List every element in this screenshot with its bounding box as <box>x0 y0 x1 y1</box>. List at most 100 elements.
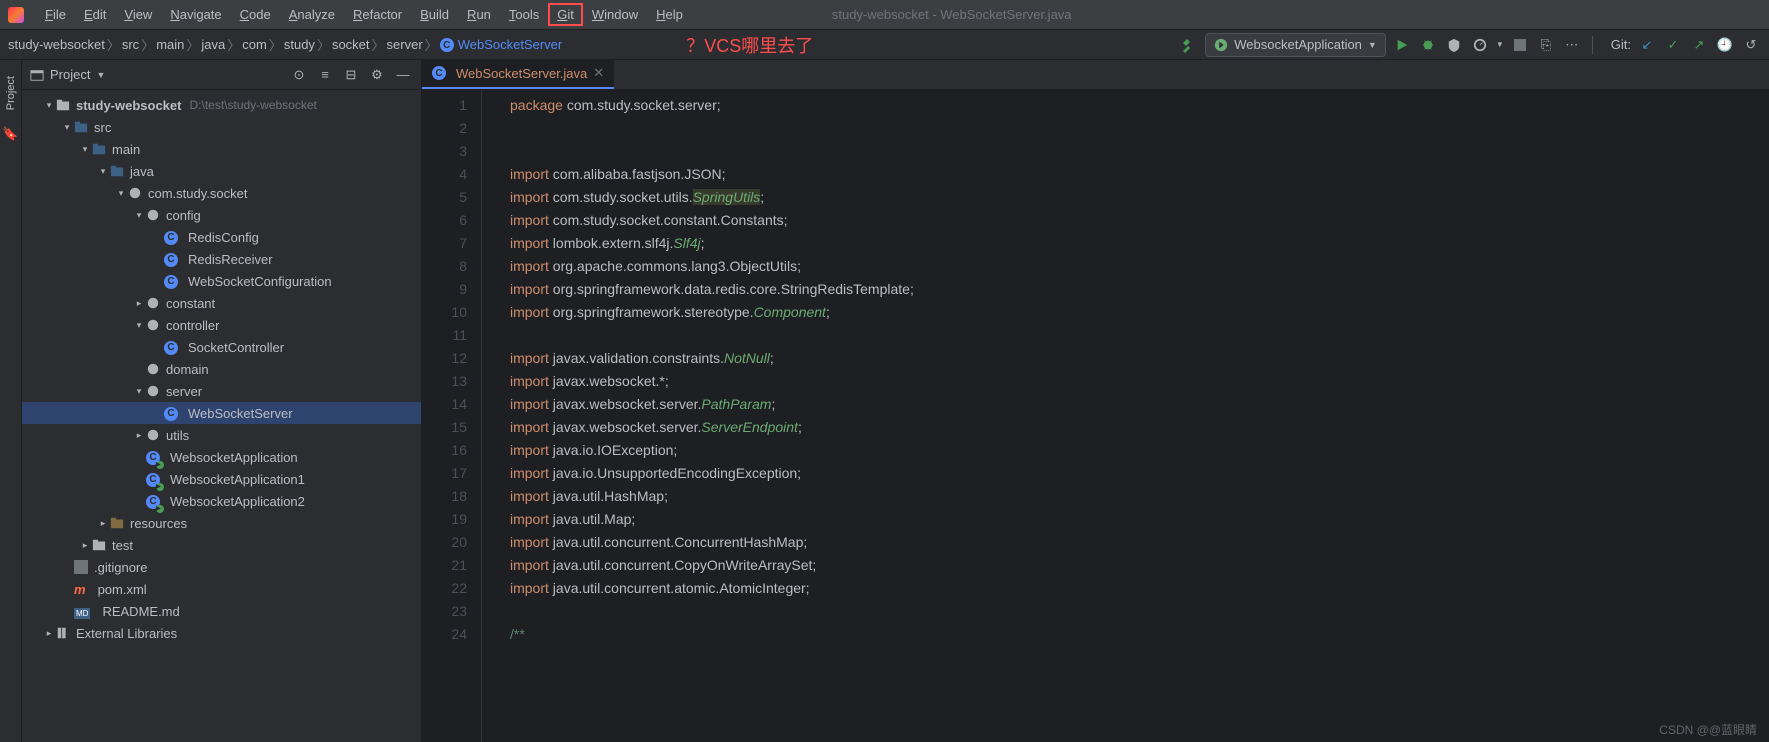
code-content[interactable]: package com.study.socket.server; import … <box>482 90 914 742</box>
code-line[interactable]: import java.util.Map; <box>510 508 914 531</box>
code-line[interactable]: import javax.websocket.server.ServerEndp… <box>510 416 914 439</box>
code-line[interactable]: import org.apache.commons.lang3.ObjectUt… <box>510 255 914 278</box>
collapse-all-icon[interactable]: ⊟ <box>341 65 361 85</box>
tree-arrow-icon[interactable]: ▾ <box>114 188 128 199</box>
expand-all-icon[interactable]: ≡ <box>315 65 335 85</box>
vcs-update-icon[interactable]: ↙ <box>1637 35 1657 55</box>
code-line[interactable]: import javax.validation.constraints.NotN… <box>510 347 914 370</box>
code-line[interactable] <box>510 324 914 347</box>
menu-item-analyze[interactable]: Analyze <box>280 3 344 26</box>
breadcrumb-current-class[interactable]: CWebSocketServer <box>440 37 563 53</box>
code-line[interactable]: import com.alibaba.fastjson.JSON; <box>510 163 914 186</box>
vcs-rollback-icon[interactable]: ↺ <box>1741 35 1761 55</box>
code-line[interactable] <box>510 140 914 163</box>
tree-node-redisreceiver[interactable]: CRedisReceiver <box>22 248 421 270</box>
code-line[interactable]: import org.springframework.stereotype.Co… <box>510 301 914 324</box>
more-button[interactable]: ⋯ <box>1562 35 1582 55</box>
tree-node-websocketapplication[interactable]: C▶WebsocketApplication <box>22 446 421 468</box>
code-line[interactable]: import java.io.IOException; <box>510 439 914 462</box>
vcs-commit-icon[interactable]: ✓ <box>1663 35 1683 55</box>
vcs-history-icon[interactable]: 🕘 <box>1715 35 1735 55</box>
tree-node-socketcontroller[interactable]: CSocketController <box>22 336 421 358</box>
tree-node-websocketapplication2[interactable]: C▶WebsocketApplication2 <box>22 490 421 512</box>
breadcrumb-segment[interactable]: study-websocket <box>8 37 105 52</box>
code-editor[interactable]: 123456789101112131415161718192021222324 … <box>422 90 1769 742</box>
tree-arrow-icon[interactable]: ▾ <box>42 100 56 111</box>
code-line[interactable]: import com.study.socket.utils.SpringUtil… <box>510 186 914 209</box>
breadcrumb-segment[interactable]: server <box>387 37 423 52</box>
build-hammer-icon[interactable] <box>1179 35 1199 55</box>
menu-item-git[interactable]: Git <box>548 3 583 26</box>
breadcrumb-segment[interactable]: java <box>201 37 225 52</box>
close-tab-icon[interactable]: ✕ <box>593 65 604 81</box>
code-line[interactable]: import java.util.HashMap; <box>510 485 914 508</box>
code-line[interactable] <box>510 117 914 140</box>
attach-button[interactable]: ⎘ <box>1536 35 1556 55</box>
editor-tab-active[interactable]: C WebSocketServer.java ✕ <box>422 59 614 89</box>
tree-node-controller[interactable]: ▾controller <box>22 314 421 336</box>
menu-item-help[interactable]: Help <box>647 3 692 26</box>
menu-item-run[interactable]: Run <box>458 3 500 26</box>
menu-item-navigate[interactable]: Navigate <box>161 3 230 26</box>
tree-node-redisconfig[interactable]: CRedisConfig <box>22 226 421 248</box>
breadcrumb-segment[interactable]: src <box>122 37 139 52</box>
code-line[interactable]: import java.io.UnsupportedEncodingExcept… <box>510 462 914 485</box>
menu-item-file[interactable]: File <box>36 3 75 26</box>
bookmarks-icon[interactable]: 🔖 <box>2 126 18 142</box>
code-line[interactable]: import lombok.extern.slf4j.Slf4j; <box>510 232 914 255</box>
code-line[interactable]: import java.util.concurrent.atomic.Atomi… <box>510 577 914 600</box>
code-line[interactable]: /** <box>510 623 914 646</box>
code-line[interactable]: import org.springframework.data.redis.co… <box>510 278 914 301</box>
select-opened-file-icon[interactable]: ⊙ <box>289 65 309 85</box>
code-line[interactable]: import java.util.concurrent.CopyOnWriteA… <box>510 554 914 577</box>
settings-icon[interactable]: ⚙ <box>367 65 387 85</box>
tree-arrow-icon[interactable]: ▾ <box>96 166 110 177</box>
run-button[interactable] <box>1392 35 1412 55</box>
tree-node-src[interactable]: ▾src <box>22 116 421 138</box>
tree-node-external-libraries[interactable]: ▸External Libraries <box>22 622 421 644</box>
tree-arrow-icon[interactable]: ▾ <box>132 386 146 397</box>
tree-node-websocketconfiguration[interactable]: CWebSocketConfiguration <box>22 270 421 292</box>
project-tool-tab[interactable]: Project <box>3 68 19 118</box>
menu-item-edit[interactable]: Edit <box>75 3 115 26</box>
menu-item-build[interactable]: Build <box>411 3 458 26</box>
tree-node-resources[interactable]: ▸resources <box>22 512 421 534</box>
tree-arrow-icon[interactable]: ▾ <box>60 122 74 133</box>
tree-node-websocketapplication1[interactable]: C▶WebsocketApplication1 <box>22 468 421 490</box>
stop-button[interactable] <box>1510 35 1530 55</box>
code-line[interactable]: import javax.websocket.server.PathParam; <box>510 393 914 416</box>
tree-node-pom-xml[interactable]: mpom.xml <box>22 578 421 600</box>
code-line[interactable] <box>510 600 914 623</box>
coverage-button[interactable] <box>1444 35 1464 55</box>
code-line[interactable]: import javax.websocket.*; <box>510 370 914 393</box>
run-configuration-selector[interactable]: WebsocketApplication ▼ <box>1205 33 1386 57</box>
menu-item-code[interactable]: Code <box>231 3 280 26</box>
code-line[interactable]: import java.util.concurrent.ConcurrentHa… <box>510 531 914 554</box>
menu-item-refactor[interactable]: Refactor <box>344 3 411 26</box>
tree-node-server[interactable]: ▾server <box>22 380 421 402</box>
tree-arrow-icon[interactable]: ▸ <box>96 518 110 529</box>
hide-panel-icon[interactable]: — <box>393 65 413 85</box>
project-tree[interactable]: ▾study-websocketD:\test\study-websocket▾… <box>22 90 421 742</box>
tree-node-websocketserver[interactable]: CWebSocketServer <box>22 402 421 424</box>
code-line[interactable]: package com.study.socket.server; <box>510 94 914 117</box>
tree-node-domain[interactable]: domain <box>22 358 421 380</box>
tree-node-readme-md[interactable]: MDREADME.md <box>22 600 421 622</box>
menu-item-window[interactable]: Window <box>583 3 647 26</box>
code-line[interactable]: import com.study.socket.constant.Constan… <box>510 209 914 232</box>
tree-arrow-icon[interactable]: ▸ <box>132 298 146 309</box>
chevron-down-icon[interactable]: ▼ <box>96 70 105 80</box>
breadcrumb-segment[interactable]: main <box>156 37 184 52</box>
breadcrumb-segment[interactable]: com <box>242 37 267 52</box>
tree-node-config[interactable]: ▾config <box>22 204 421 226</box>
vcs-push-icon[interactable]: ↗ <box>1689 35 1709 55</box>
breadcrumb-segment[interactable]: study <box>284 37 315 52</box>
tree-arrow-icon[interactable]: ▾ <box>132 320 146 331</box>
profiler-button[interactable] <box>1470 35 1490 55</box>
tree-node-main[interactable]: ▾main <box>22 138 421 160</box>
breadcrumb-segment[interactable]: socket <box>332 37 370 52</box>
tree-node-com-study-socket[interactable]: ▾com.study.socket <box>22 182 421 204</box>
tree-arrow-icon[interactable]: ▸ <box>132 430 146 441</box>
tree-arrow-icon[interactable]: ▸ <box>42 628 56 639</box>
tree-arrow-icon[interactable]: ▾ <box>132 210 146 221</box>
